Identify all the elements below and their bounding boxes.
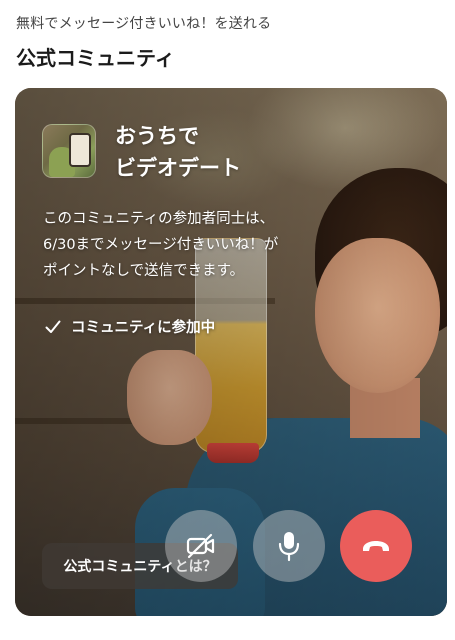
- community-thumbnail: [42, 124, 96, 178]
- community-title: おうちで ビデオデート: [115, 120, 241, 184]
- camera-off-icon: [186, 533, 215, 559]
- check-icon: [45, 320, 61, 333]
- microphone-icon: [278, 532, 300, 562]
- end-call-button[interactable]: [340, 510, 412, 582]
- section-title: 公式コミュニティ: [16, 46, 175, 70]
- description-line: ポイントなしで送信できます。: [43, 263, 245, 279]
- community-title-line: おうちで: [115, 124, 199, 148]
- description-line: このコミュニティの参加者同士は、: [43, 211, 275, 227]
- joined-status: コミュニティに参加中: [45, 316, 215, 337]
- community-card[interactable]: おうちで ビデオデート このコミュニティの参加者同士は、 6/30までメッセージ…: [15, 88, 447, 616]
- community-description: このコミュニティの参加者同士は、 6/30までメッセージ付きいいね！が ポイント…: [43, 206, 343, 284]
- description-line: 6/30までメッセージ付きいいね！が: [43, 237, 279, 253]
- end-call-icon: [363, 541, 389, 551]
- camera-toggle-button[interactable]: [165, 510, 237, 582]
- top-caption: 無料でメッセージ付きいいね！を送れる: [16, 16, 272, 32]
- community-title-line: ビデオデート: [115, 156, 241, 180]
- joined-label: コミュニティに参加中: [71, 320, 216, 336]
- microphone-toggle-button[interactable]: [253, 510, 325, 582]
